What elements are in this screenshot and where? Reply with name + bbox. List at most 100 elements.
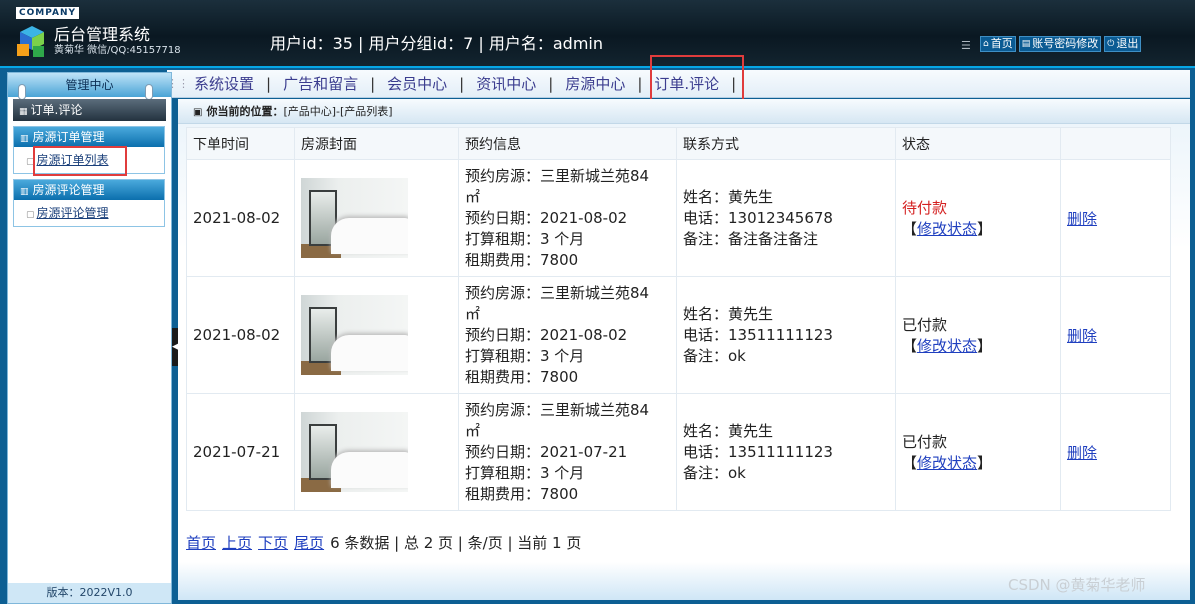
next-page-link[interactable]: 下页 (258, 534, 288, 552)
info-date: 预约日期：2021-08-02 (465, 208, 628, 227)
nav-separator: | (548, 74, 554, 93)
room-thumbnail[interactable] (301, 412, 408, 492)
info-fee: 租期费用：7800 (465, 250, 579, 269)
current-module-label: 订单.评论 (30, 103, 83, 117)
group-header[interactable]: ▥ 房源评论管理 (14, 180, 164, 200)
header-cover: 房源封面 (294, 127, 459, 160)
header-booking-info: 预约信息 (458, 127, 677, 160)
prev-page-link[interactable]: 上页 (222, 534, 252, 552)
info-date: 预约日期：2021-07-21 (465, 442, 628, 461)
contact-note: 备注：ok (683, 463, 746, 482)
modify-status: 【修改状态】 (902, 454, 993, 472)
info-unit: ㎡ (465, 421, 481, 440)
status-badge: 待付款 (902, 199, 948, 217)
status-cell: 已付款 【修改状态】 (895, 276, 1061, 394)
breadcrumb-label: 你当前的位置： (206, 105, 284, 118)
nav-separator: | (370, 74, 376, 93)
sidebar-current-module: ▦ 订单.评论 (13, 99, 166, 121)
status-cell: 已付款 【修改状态】 (895, 393, 1061, 511)
action-cell: 删除 (1060, 159, 1171, 277)
order-date: 2021-07-21 (186, 393, 295, 511)
booking-info: 预约房源：三里新城兰苑84 ㎡ 预约日期：2021-08-02 打算租期：3 个… (458, 159, 677, 277)
nav-highlight-box (650, 55, 744, 101)
contact-name: 姓名：黄先生 (683, 421, 774, 440)
group-header[interactable]: ▥ 房源订单管理 (14, 127, 164, 147)
info-term: 打算租期：3 个月 (465, 463, 585, 482)
group-title: 房源订单管理 (32, 130, 105, 144)
contact-info: 姓名：黄先生 电话：13012345678 备注：备注备注备注 (676, 159, 896, 277)
table-row: 2021-08-02 预约房源：三里新城兰苑84 ㎡ 预约日期：2021-08-… (186, 276, 1171, 394)
info-room: 预约房源：三里新城兰苑84 (465, 283, 650, 302)
grid-icon: ▦ (19, 107, 27, 117)
nav-system-settings[interactable]: 系统设置 (191, 73, 257, 94)
power-icon: ⏻ (1107, 39, 1115, 49)
cover-cell (294, 159, 459, 277)
contact-info: 姓名：黄先生 电话：13511111123 备注：ok (676, 393, 896, 511)
modify-status-link[interactable]: 修改状态 (917, 220, 977, 238)
table-row: 2021-07-21 预约房源：三里新城兰苑84 ㎡ 预约日期：2021-07-… (186, 393, 1171, 511)
contact-name: 姓名：黄先生 (683, 304, 774, 323)
sidebar-item-review-management[interactable]: ▢ 房源评论管理 (14, 200, 164, 226)
info-unit: ㎡ (465, 187, 481, 206)
last-page-link[interactable]: 尾页 (294, 534, 324, 552)
orders-table: 下单时间 房源封面 预约信息 联系方式 状态 2021-08-02 预约房源：三… (186, 127, 1171, 511)
delete-link[interactable]: 删除 (1067, 210, 1097, 228)
header-contact: 联系方式 (676, 127, 896, 160)
header-order-time: 下单时间 (186, 127, 295, 160)
password-label: 账号密码修改 (1032, 37, 1099, 50)
contact-note: 备注：备注备注备注 (683, 229, 819, 248)
action-cell: 删除 (1060, 393, 1171, 511)
review-management-link[interactable]: 房源评论管理 (37, 206, 109, 220)
home-icon: ⌂ (983, 39, 989, 49)
grip-icon: ☰ (961, 39, 971, 52)
modify-status: 【修改状态】 (902, 220, 993, 238)
room-thumbnail[interactable] (301, 295, 408, 375)
nav-ads-messages[interactable]: 广告和留言 (280, 73, 361, 94)
delete-link[interactable]: 删除 (1067, 444, 1097, 462)
version-label: 版本：2022V1.0 (8, 583, 171, 603)
nav-listing-center[interactable]: 房源中心 (562, 73, 628, 94)
system-title: 后台管理系统 (54, 25, 151, 44)
watermark: CSDN @黄菊华老师 (1008, 576, 1146, 594)
info-room: 预约房源：三里新城兰苑84 (465, 166, 650, 185)
header-actions (1060, 127, 1171, 160)
header-status: 状态 (895, 127, 1061, 160)
delete-link[interactable]: 删除 (1067, 327, 1097, 345)
table-row: 2021-08-02 预约房源：三里新城兰苑84 ㎡ 预约日期：2021-08-… (186, 159, 1171, 277)
cover-cell (294, 276, 459, 394)
contact-phone: 电话：13012345678 (683, 208, 833, 227)
info-room: 预约房源：三里新城兰苑84 (465, 400, 650, 419)
sidebar-highlight-box (33, 146, 127, 176)
info-term: 打算租期：3 个月 (465, 346, 585, 365)
header-buttons: ⌂ 首页 ▤ 账号密码修改 ⏻ 退出 (980, 36, 1142, 52)
contact-name: 姓名：黄先生 (683, 187, 774, 206)
room-thumbnail[interactable] (301, 178, 408, 258)
breadcrumb-path: [产品中心]-[产品列表] (283, 105, 393, 118)
modify-status-link[interactable]: 修改状态 (917, 454, 977, 472)
modify-status-link[interactable]: 修改状态 (917, 337, 977, 355)
status-cell: 待付款 【修改状态】 (895, 159, 1061, 277)
breadcrumb: ▣ 你当前的位置：[产品中心]-[产品列表] (178, 99, 1190, 124)
pin-icon (18, 84, 26, 100)
pagination: 首页 上页 下页 尾页 6 条数据 | 总 2 页 | 条/页 | 当前 1 页 (186, 532, 581, 553)
logout-button[interactable]: ⏻ 退出 (1104, 36, 1142, 52)
info-unit: ㎡ (465, 304, 481, 323)
nav-separator: | (266, 74, 272, 93)
first-page-link[interactable]: 首页 (186, 534, 216, 552)
cover-cell (294, 393, 459, 511)
info-fee: 租期费用：7800 (465, 367, 579, 386)
nav-news-center[interactable]: 资讯中心 (473, 73, 539, 94)
home-button[interactable]: ⌂ 首页 (980, 36, 1016, 52)
info-date: 预约日期：2021-08-02 (465, 325, 628, 344)
group-review-management: ▥ 房源评论管理 ▢ 房源评论管理 (13, 179, 165, 227)
nav-separator: | (459, 74, 465, 93)
document-icon: ▢ (26, 210, 35, 220)
nav-member-center[interactable]: 会员中心 (384, 73, 450, 94)
contact-info: 姓名：黄先生 电话：13511111123 备注：ok (676, 276, 896, 394)
top-header: COMPANY 后台管理系统 黄菊华 微信/QQ:45157718 用户id：3… (0, 0, 1195, 68)
password-button[interactable]: ▤ 账号密码修改 (1018, 36, 1102, 52)
folder-icon: ▥ (20, 187, 29, 197)
booking-info: 预约房源：三里新城兰苑84 ㎡ 预约日期：2021-08-02 打算租期：3 个… (458, 276, 677, 394)
logo-icon (17, 26, 44, 57)
status-badge: 已付款 (902, 433, 948, 451)
